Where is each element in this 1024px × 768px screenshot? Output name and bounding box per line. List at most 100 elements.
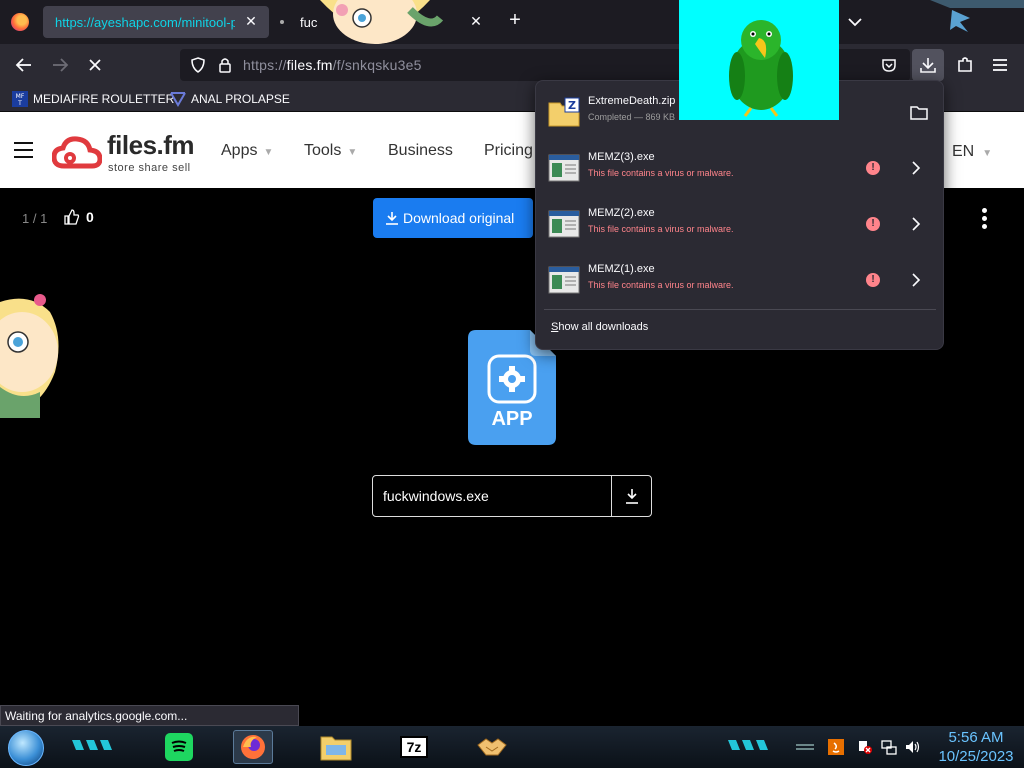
security-alert-flag-icon[interactable] (857, 739, 873, 755)
svg-text:MF: MF (16, 93, 25, 100)
download-virus-warning: This file contains a virus or malware. (588, 280, 734, 290)
file-name: fuckwindows.exe (383, 488, 489, 504)
firefox-icon[interactable] (233, 730, 273, 764)
url-text: https://files.fm/f/snkqsku3e5 (243, 57, 422, 73)
spotify-icon[interactable] (159, 730, 199, 764)
menu-business[interactable]: Business (388, 142, 453, 160)
tab-bar: https://ayeshapc.com/minitool-pa ✕ fuc ✕… (0, 0, 1024, 44)
language-selector[interactable]: EN ▼ (952, 143, 992, 161)
chevron-right-icon[interactable] (910, 159, 922, 177)
folder-logo (320, 736, 352, 761)
download-file-name: MEMZ(3).exe (588, 151, 655, 163)
status-bar: Waiting for analytics.google.com... (0, 705, 299, 726)
cartoon-character-image (320, 0, 444, 44)
firefox-logo-icon[interactable] (11, 13, 29, 31)
download-original-button[interactable]: Download original (373, 198, 533, 238)
chevron-right-icon[interactable] (910, 215, 922, 233)
bookmark-label: ANAL PROLAPSE (191, 92, 290, 106)
menu-label: Tools (304, 142, 342, 159)
executable-file-icon (548, 266, 580, 294)
bookmark-favicon-icon (170, 92, 186, 107)
menu-apps[interactable]: Apps ▼ (221, 142, 273, 160)
download-item[interactable]: MEMZ(2).exe This file contains a virus o… (540, 197, 940, 253)
tracking-shield-icon[interactable] (190, 57, 206, 73)
download-virus-warning: This file contains a virus or malware. (588, 224, 734, 234)
close-tab-icon[interactable]: ✕ (243, 13, 259, 29)
url-prefix: https:// (243, 57, 287, 73)
executable-file-icon (548, 154, 580, 182)
like-count: 0 (86, 209, 94, 225)
tab-active[interactable]: https://ayeshapc.com/minitool-pa ✕ (43, 6, 269, 38)
show-all-downloads-link[interactable]: Show all downloads (551, 321, 648, 333)
system-clock[interactable]: 5:56 AM 10/25/2023 (930, 728, 1022, 766)
pocket-icon[interactable] (881, 57, 897, 73)
caret-down-icon: ▼ (263, 147, 274, 158)
bookmark-label: MEDIAFIRE ROULETTER (33, 92, 175, 106)
menu-label: Business (388, 142, 453, 159)
stop-loading-icon[interactable] (84, 54, 106, 76)
menu-label: Pricing (484, 142, 533, 159)
panel-divider (544, 309, 936, 310)
forward-arrow-icon[interactable] (49, 54, 71, 76)
download-icon (626, 489, 638, 504)
back-arrow-icon[interactable] (13, 54, 35, 76)
lock-icon[interactable] (218, 57, 232, 73)
volume-icon[interactable] (905, 739, 921, 755)
taskbar-decoration (728, 740, 768, 750)
caret-down-icon: ▼ (982, 148, 993, 159)
menu-pricing[interactable]: Pricing (484, 142, 533, 160)
downloads-button[interactable] (912, 49, 944, 81)
menu-tools[interactable]: Tools ▼ (304, 142, 357, 160)
download-item[interactable]: MEMZ(1).exe This file contains a virus o… (540, 253, 940, 309)
chevron-right-icon[interactable] (910, 271, 922, 289)
tab-loading-icon (280, 20, 284, 24)
clock-time: 5:56 AM (948, 729, 1004, 746)
extensions-puzzle-icon[interactable] (954, 54, 976, 76)
cloud-logo-icon (52, 136, 102, 169)
network-icon[interactable] (881, 739, 897, 755)
brand-tagline: store share sell (108, 162, 191, 174)
tab-list-chevron-icon[interactable] (845, 12, 865, 32)
file-counter: 1 / 1 (22, 211, 48, 226)
more-options-icon[interactable] (982, 208, 988, 230)
files-fm-logo[interactable]: files.fm store share sell (52, 130, 202, 174)
url-path: /f/snkqsku3e5 (332, 57, 422, 73)
download-original-label: Download original (403, 210, 515, 226)
start-orb-button[interactable] (8, 730, 44, 766)
cartoon-character-image (0, 294, 59, 418)
clock-date: 10/25/2023 (938, 748, 1014, 765)
download-file-name: ExtremeDeath.zip (588, 95, 676, 107)
download-file-name: MEMZ(2).exe (588, 207, 655, 219)
firefox-logo (241, 735, 265, 759)
hamburger-menu-icon[interactable] (14, 142, 33, 158)
menu-label: Apps (221, 142, 258, 159)
app-menu-icon[interactable] (989, 54, 1011, 76)
spotify-logo (165, 733, 193, 761)
open-folder-icon[interactable] (910, 105, 928, 121)
download-status: Completed — 869 KB (588, 112, 676, 122)
executable-file-icon (548, 210, 580, 238)
7zip-icon[interactable]: 7z (394, 730, 434, 764)
handshake-icon[interactable] (472, 730, 512, 764)
java-tray-icon[interactable] (828, 739, 844, 755)
theme-corner-decoration (930, 0, 1024, 32)
download-file-name: MEMZ(1).exe (588, 263, 655, 275)
svg-text:Z: Z (568, 99, 576, 112)
download-virus-warning: This file contains a virus or malware. (588, 168, 734, 178)
downloads-panel: Z ExtremeDeath.zip Completed — 869 KB ME… (535, 80, 944, 350)
bookmark-mediafire-rouletter[interactable]: MF T MEDIAFIRE ROULETTER (12, 90, 174, 108)
taskbar: 7z 5:56 AM 10/25/2023 (0, 726, 1024, 768)
like-button[interactable]: 0 (64, 209, 94, 225)
file-download-button[interactable] (611, 476, 652, 516)
file-explorer-icon[interactable] (316, 730, 356, 764)
download-item[interactable]: MEMZ(3).exe This file contains a virus o… (540, 141, 940, 197)
download-icon (386, 212, 398, 225)
zip-archive-icon: Z (548, 97, 580, 127)
show-hidden-icons-icon[interactable] (794, 739, 816, 755)
close-tab-icon[interactable]: ✕ (468, 13, 484, 29)
parrot-popup-image (679, 0, 839, 120)
bookmark-second[interactable]: ANAL PROLAPSE (170, 90, 290, 108)
new-tab-button[interactable]: + (505, 10, 525, 30)
warning-icon: ! (866, 217, 880, 231)
handshake-logo (477, 738, 507, 756)
